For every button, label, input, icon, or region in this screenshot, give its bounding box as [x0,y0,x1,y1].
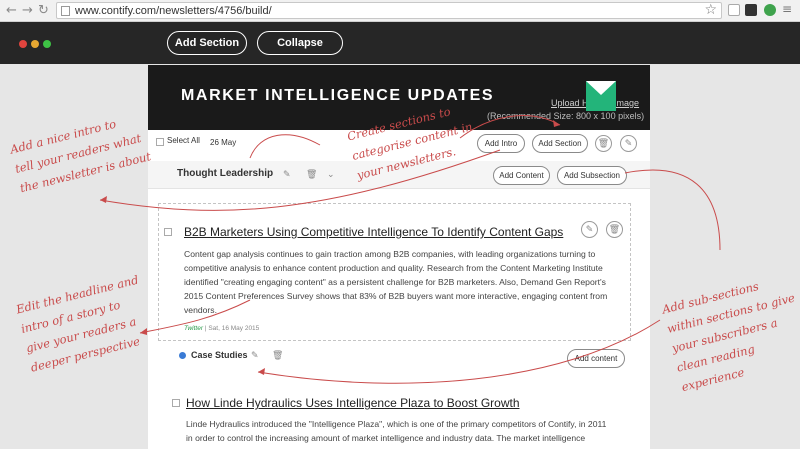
arrow-headline-to-story [139,299,251,334]
arrowhead-add-section [553,120,560,127]
annotation-arrows [99,115,721,384]
arrowhead-case-studies [258,368,265,375]
arrow-sections-to-add-intro [459,115,561,139]
arrow-intro-to-add-intro [99,149,501,211]
arrow-sections-to-date [249,134,321,159]
arrowhead-headline [140,328,147,335]
arrow-subsections-to-add-subsection [624,169,721,251]
arrow-subsections-to-case-studies [257,319,661,384]
arrowhead-intro [100,196,107,203]
